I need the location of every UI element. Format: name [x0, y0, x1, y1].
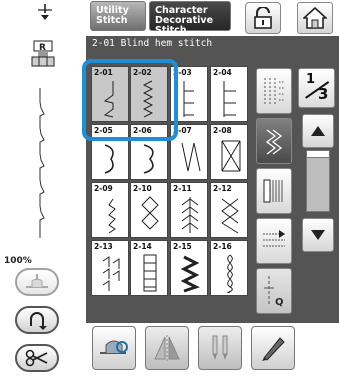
- mirror-button[interactable]: [145, 326, 189, 370]
- reverse-stitch-icon: [30, 312, 47, 330]
- stitch-pattern-icon: [181, 142, 201, 172]
- thread-cutter-button[interactable]: [15, 344, 59, 372]
- quick-setting-button[interactable]: Q: [256, 268, 292, 314]
- stitch-cell-2-11[interactable]: 2-11: [170, 182, 208, 238]
- stitch-pattern-icon: [183, 81, 194, 117]
- key-icon: [254, 7, 272, 29]
- stitch-bars-icon: [263, 179, 283, 203]
- scissors-icon: [25, 349, 48, 367]
- pivot-button[interactable]: [92, 326, 136, 370]
- tab-character-decorative-stitch[interactable]: Character Decorative Stitch: [149, 1, 231, 36]
- stitch-cell-2-09[interactable]: 2-09: [91, 182, 129, 238]
- scroll-up-button[interactable]: [302, 114, 334, 148]
- stitch-width-button[interactable]: [256, 68, 292, 114]
- stitch-pattern-icon: [141, 196, 159, 230]
- page-indicator: 1 3: [298, 68, 335, 108]
- zoom-label: 100%: [4, 256, 32, 266]
- scroll-down-button[interactable]: [302, 218, 334, 252]
- stitch-pattern-icon: [108, 198, 116, 234]
- mirror-icon: [154, 335, 180, 361]
- stitch-pattern-icon: [223, 81, 236, 117]
- stitch-pattern-icon: [227, 254, 233, 293]
- pencil-icon: [262, 337, 285, 361]
- left-column: R 100%: [0, 0, 80, 378]
- stitch-pattern-icon: [221, 140, 241, 172]
- scrollbar-thumb[interactable]: [306, 150, 330, 158]
- tab-utility-stitch[interactable]: Utility Stitch: [90, 1, 146, 31]
- stitch-pattern-icon: [181, 197, 199, 233]
- stitch-pattern-icon: [102, 256, 120, 291]
- arrow-down-icon: [311, 230, 325, 240]
- stitch-length-button[interactable]: [256, 168, 292, 214]
- twin-needle-button[interactable]: [198, 326, 242, 370]
- stitch-cell-2-16[interactable]: 2-16: [210, 240, 248, 296]
- reverse-stitch-button[interactable]: [15, 306, 59, 334]
- stitch-cell-2-12[interactable]: 2-12: [210, 182, 248, 238]
- stitch-cell-2-15[interactable]: 2-15: [170, 240, 208, 296]
- presser-foot-icon: R: [31, 40, 55, 67]
- stitch-pattern-icon: [104, 144, 114, 174]
- stitch-cell-2-13[interactable]: 2-13: [91, 240, 129, 296]
- stitch-preview-icon: [39, 88, 45, 238]
- page-total: 3: [318, 85, 329, 103]
- stitch-cell-2-10[interactable]: 2-10: [130, 182, 168, 238]
- selected-stitch-highlight: [82, 59, 178, 141]
- zigzag-layer-icon: [265, 129, 283, 155]
- stitch-pattern-icon: [221, 198, 239, 234]
- scrollbar-track[interactable]: [306, 152, 330, 212]
- edit-button[interactable]: [251, 326, 295, 370]
- twin-needle-icon: [212, 335, 228, 360]
- stitch-cell-2-04[interactable]: 2-04: [210, 66, 248, 122]
- stitch-cell-2-08[interactable]: 2-08: [210, 124, 248, 180]
- pivot-icon: [100, 340, 128, 354]
- reinforce-arrow-icon: [263, 230, 285, 247]
- arrow-up-icon: [311, 126, 325, 136]
- q-label: Q: [275, 297, 284, 308]
- home-button[interactable]: [297, 2, 333, 34]
- selected-stitch-title: 2-01 Blind hem stitch: [92, 38, 213, 49]
- needle-mode-button[interactable]: [15, 268, 59, 296]
- auto-reinforce-button[interactable]: [256, 218, 292, 264]
- dotted-stitch-icon: [264, 78, 285, 104]
- home-icon: [303, 7, 327, 29]
- stitch-cell-2-14[interactable]: 2-14: [130, 240, 168, 296]
- stitch-pattern-icon: [143, 254, 157, 292]
- needle-q-icon: Q: [264, 276, 284, 308]
- stitch-pattern-icon: [143, 144, 154, 174]
- stitch-option-button[interactable]: [256, 118, 292, 164]
- needle-mode-icon: [26, 274, 48, 288]
- stitch-pattern-icon: [180, 255, 200, 293]
- page-current: 1: [306, 72, 316, 87]
- needle-position-icon: [38, 4, 52, 20]
- lock-button[interactable]: [245, 2, 281, 34]
